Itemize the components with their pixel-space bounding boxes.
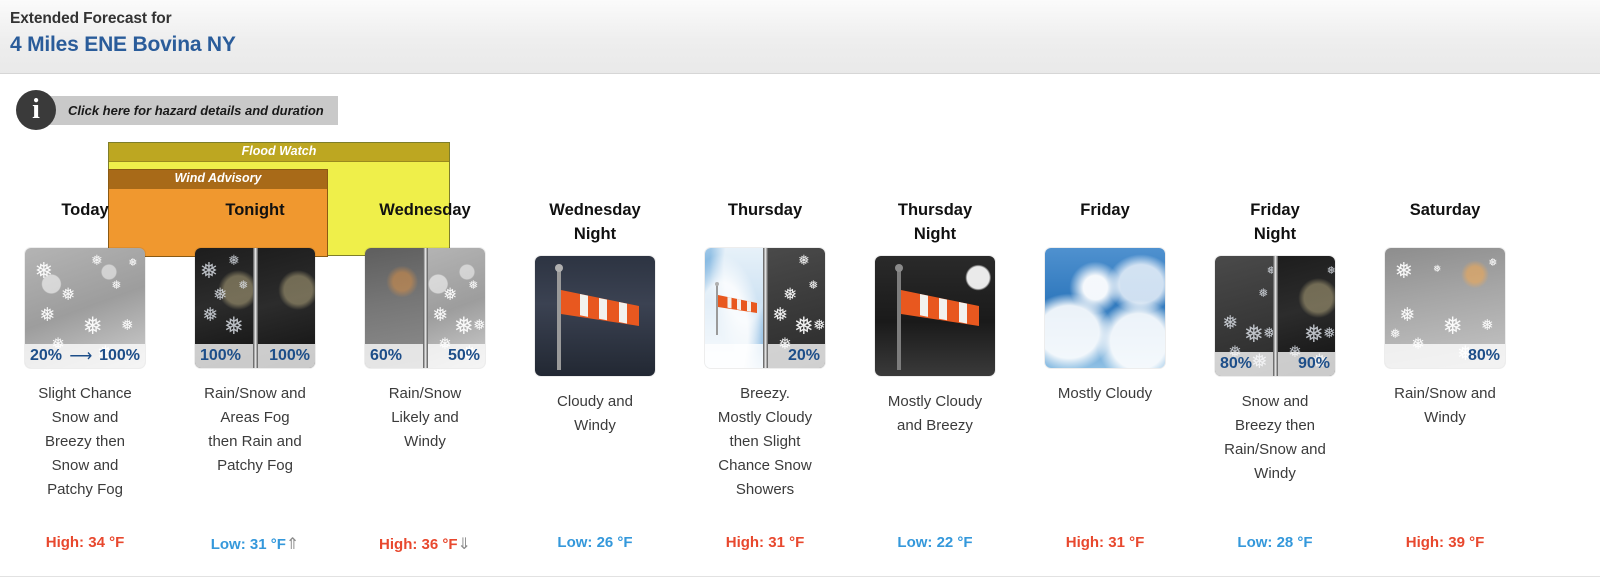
forecast-description: Rain/Snow and Areas Fog then Rain and Pa… — [204, 385, 306, 474]
forecast-column[interactable]: Friday Mostly Cloudy High: 31 °F — [1020, 190, 1190, 551]
forecast-temperature: Low: 28 °F — [1190, 534, 1360, 552]
forecast-description: Mostly Cloudy and Breezy — [887, 393, 983, 434]
precip-probability-strip: 60% 50% — [365, 344, 485, 368]
forecast-description: Rain/Snow Likely and Windy — [388, 385, 462, 450]
hazard-title-wind-advisory: Wind Advisory — [109, 170, 327, 189]
precip-probability-strip: 20% ⟶ 100% — [25, 344, 145, 368]
forecast-column[interactable]: Saturday ❅❅❅❅❅❅❅❅❅80% Rain/Snow and Windy H… — [1360, 190, 1530, 551]
page-header: Extended Forecast for 4 Miles ENE Bovina… — [0, 0, 1600, 74]
forecast-day-name: Friday — [1080, 201, 1130, 219]
info-icon-glyph: i — [32, 94, 40, 125]
forecast-icon[interactable]: ❅ ❅ ❅ ❅ ❅ ❅ 100% 100% — [195, 248, 315, 368]
temperature-label: Low: — [897, 534, 933, 551]
forecast-description: Snow and Breezy then Rain/Snow and Windy — [1224, 393, 1326, 482]
pop-value-right: 80% — [1467, 347, 1500, 364]
temperature-label: High: — [1065, 534, 1105, 551]
forecast-temperature: Low: 26 °F — [510, 534, 680, 552]
temperature-value: 31 °F — [768, 534, 805, 551]
forecast-icon[interactable]: ❅❅❅❅❅❅❅20% — [705, 248, 825, 368]
forecast-day-name: Friday Night — [1250, 201, 1300, 243]
forecast-icon[interactable]: ❅❅❅❅❅❅❅❅❅80% — [1385, 248, 1505, 368]
forecast-temperature: High: 31 °F — [1020, 534, 1190, 552]
forecast-temperature: Low: 31 °F⇑ — [170, 534, 340, 554]
forecast-day-name: Wednesday — [379, 201, 471, 219]
pop-value-right: 90% — [1297, 355, 1330, 372]
forecast-temperature: High: 31 °F — [680, 534, 850, 552]
forecast-column[interactable]: Thursday ❅❅❅❅❅❅❅20% Breezy. Mostly Cloudy … — [680, 190, 850, 551]
temperature-value: 39 °F — [1448, 534, 1485, 551]
forecast-temperature: High: 34 °F — [0, 534, 170, 552]
pop-value-left: 60% — [370, 347, 403, 364]
forecast-description: Rain/Snow and Windy — [1394, 385, 1496, 426]
temperature-value: 31 °F — [1108, 534, 1145, 551]
pop-value-left: 20% — [30, 347, 63, 364]
precip-probability-strip: 80% 90% — [1215, 352, 1335, 376]
forecast-icon[interactable]: ❅❅❅❅❅❅❅❅❅❅❅❅80%90% — [1215, 256, 1335, 376]
forecast-day-name: Thursday — [727, 201, 803, 219]
forecast-temperature: Low: 22 °F — [850, 534, 1020, 552]
forecast-day-name: Today — [61, 201, 109, 219]
forecast-column[interactable]: Wednesday❅❅❅❅❅❅❅60%50%Rain/Snow Likely a… — [340, 190, 510, 553]
forecast-icon[interactable]: ❅❅❅❅❅❅❅❅❅❅20%⟶100% — [25, 248, 145, 368]
temperature-value: 34 °F — [88, 534, 125, 551]
temperature-value: 26 °F — [596, 534, 633, 551]
pop-value-left: 100% — [200, 347, 241, 364]
forecast-row: Today❅❅❅❅❅❅❅❅❅❅20%⟶100%Slight Chance Sno… — [0, 190, 1600, 553]
temperature-value: 22 °F — [936, 534, 973, 551]
temperature-trend-icon: ⇓ — [457, 536, 471, 553]
hazard-details-label[interactable]: Click here for hazard details and durati… — [40, 95, 338, 125]
temperature-value: 31 °F — [249, 536, 286, 553]
forecast-day-name: Thursday Night — [897, 201, 973, 243]
forecast-column[interactable]: Thursday Night Mostly Cloudy and Breezy Lo… — [850, 190, 1020, 551]
page-title-location[interactable]: 4 Miles ENE Bovina NY — [10, 31, 1600, 59]
forecast-temperature: High: 36 °F⇓ — [340, 534, 510, 554]
forecast-temperature: High: 39 °F — [1360, 534, 1530, 552]
pop-value-left: 80% — [1220, 355, 1253, 372]
temperature-label: High: — [45, 534, 85, 551]
forecast-icon[interactable]: ❅❅❅❅❅❅❅60%50% — [365, 248, 485, 368]
pop-value-right: 100% — [269, 347, 310, 364]
precip-probability-strip: 100% 100% — [195, 344, 315, 368]
forecast-description: Mostly Cloudy — [1057, 385, 1153, 402]
forecast-icon-full-panel — [1045, 248, 1165, 368]
precip-probability-strip: 80% — [1385, 344, 1505, 368]
hazard-details-link[interactable]: i Click here for hazard details and dura… — [16, 90, 338, 130]
temperature-value: 36 °F — [421, 536, 458, 553]
temperature-label: High: — [725, 534, 765, 551]
forecast-column[interactable]: Wednesday Night Cloudy and Windy Low: 26 °… — [510, 190, 680, 551]
forecast-day-name: Wednesday Night — [549, 201, 641, 243]
forecast-icon[interactable] — [1045, 248, 1165, 368]
temperature-label: Low: — [557, 534, 593, 551]
page-title-prefix: Extended Forecast for — [10, 10, 172, 27]
temperature-value: 28 °F — [1276, 534, 1313, 551]
temperature-label: Low: — [210, 536, 246, 553]
bottom-divider — [0, 576, 1600, 577]
forecast-column[interactable]: Today❅❅❅❅❅❅❅❅❅❅20%⟶100%Slight Chance Sno… — [0, 190, 170, 551]
forecast-column[interactable]: Tonight ❅ ❅ ❅ ❅ ❅ ❅ 100% 100% Rain/Snow and Areas… — [170, 190, 340, 553]
temperature-trend-icon: ⇑ — [285, 536, 300, 553]
pop-value-right: 100% — [99, 347, 141, 364]
pop-value-right: 50% — [447, 347, 480, 364]
precip-probability-strip: 20% — [705, 344, 825, 368]
forecast-column[interactable]: Friday Night❅❅❅❅❅❅❅❅❅❅❅❅80%90%Snow and B… — [1190, 190, 1360, 551]
pop-trend-arrow-icon: ⟶ — [69, 348, 93, 365]
temperature-label: High: — [379, 536, 418, 553]
info-icon[interactable]: i — [16, 90, 56, 130]
forecast-description: Breezy. Mostly Cloudy then Slight Chance… — [717, 385, 813, 498]
forecast-icon-full-panel — [535, 256, 655, 376]
forecast-icon[interactable] — [875, 256, 995, 376]
forecast-description: Cloudy and Windy — [557, 393, 633, 434]
pop-value-right: 20% — [787, 347, 820, 364]
temperature-label: High: — [1405, 534, 1445, 551]
hazard-title-flood-watch: Flood Watch — [109, 143, 449, 162]
forecast-icon-full-panel — [875, 256, 995, 376]
forecast-day-name: Tonight — [225, 201, 285, 219]
forecast-icon[interactable] — [535, 256, 655, 376]
windsock-icon — [535, 256, 655, 376]
forecast-day-name: Saturday — [1409, 201, 1481, 219]
forecast-description: Slight Chance Snow and Breezy then Snow … — [38, 385, 132, 498]
temperature-label: Low: — [1237, 534, 1273, 551]
windsock-icon — [875, 256, 995, 376]
